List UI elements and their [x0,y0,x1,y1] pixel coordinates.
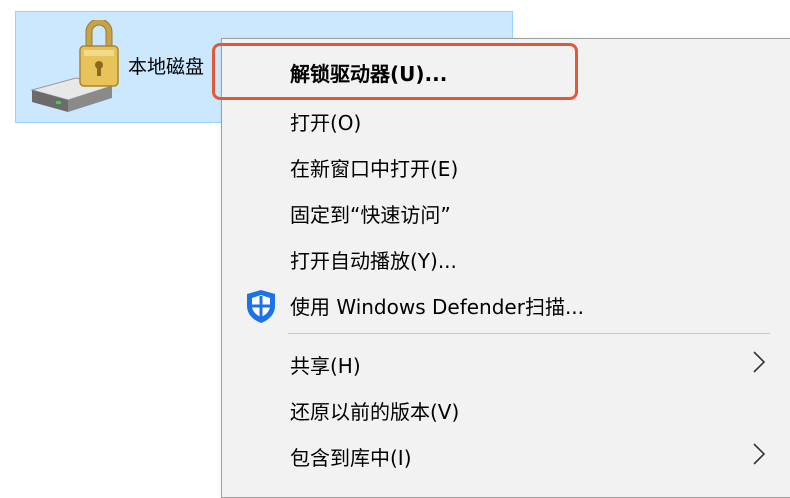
menu-item-defender-scan[interactable]: 使用 Windows Defender扫描... [222,282,790,326]
menu-item-label: 使用 Windows Defender扫描... [290,295,585,319]
menu-item-share[interactable]: 共享(H) [222,341,790,385]
menu-item-pin-quick-access[interactable]: 固定到“快速访问” [222,190,790,234]
menu-item-open-new-window[interactable]: 在新窗口中打开(E) [222,144,790,188]
chevron-right-icon [752,351,766,373]
menu-item-open-autoplay[interactable]: 打开自动播放(Y)... [222,236,790,280]
menu-item-label: 打开自动播放(Y)... [290,249,457,273]
menu-item-label: 包含到库中(I) [290,446,412,470]
locked-drive-icon [26,18,126,120]
menu-item-include-in-library[interactable]: 包含到库中(I) [222,433,790,477]
menu-item-label: 在新窗口中打开(E) [290,157,459,181]
chevron-right-icon [752,443,766,465]
menu-item-label: 固定到“快速访问” [290,203,451,227]
menu-item-label: 共享(H) [290,354,361,378]
windows-defender-shield-icon [243,288,279,324]
menu-item-label: 还原以前的版本(V) [290,400,460,424]
menu-item-restore-previous-versions[interactable]: 还原以前的版本(V) [222,387,790,431]
menu-item-label: 打开(O) [290,111,362,135]
context-menu: 解锁驱动器(U)... 打开(O) 在新窗口中打开(E) 固定到“快速访问” 打… [221,38,790,498]
menu-item-open[interactable]: 打开(O) [222,98,790,142]
drive-label: 本地磁盘 [128,56,205,78]
highlight-annotation [212,43,578,100]
menu-separator [288,333,770,334]
